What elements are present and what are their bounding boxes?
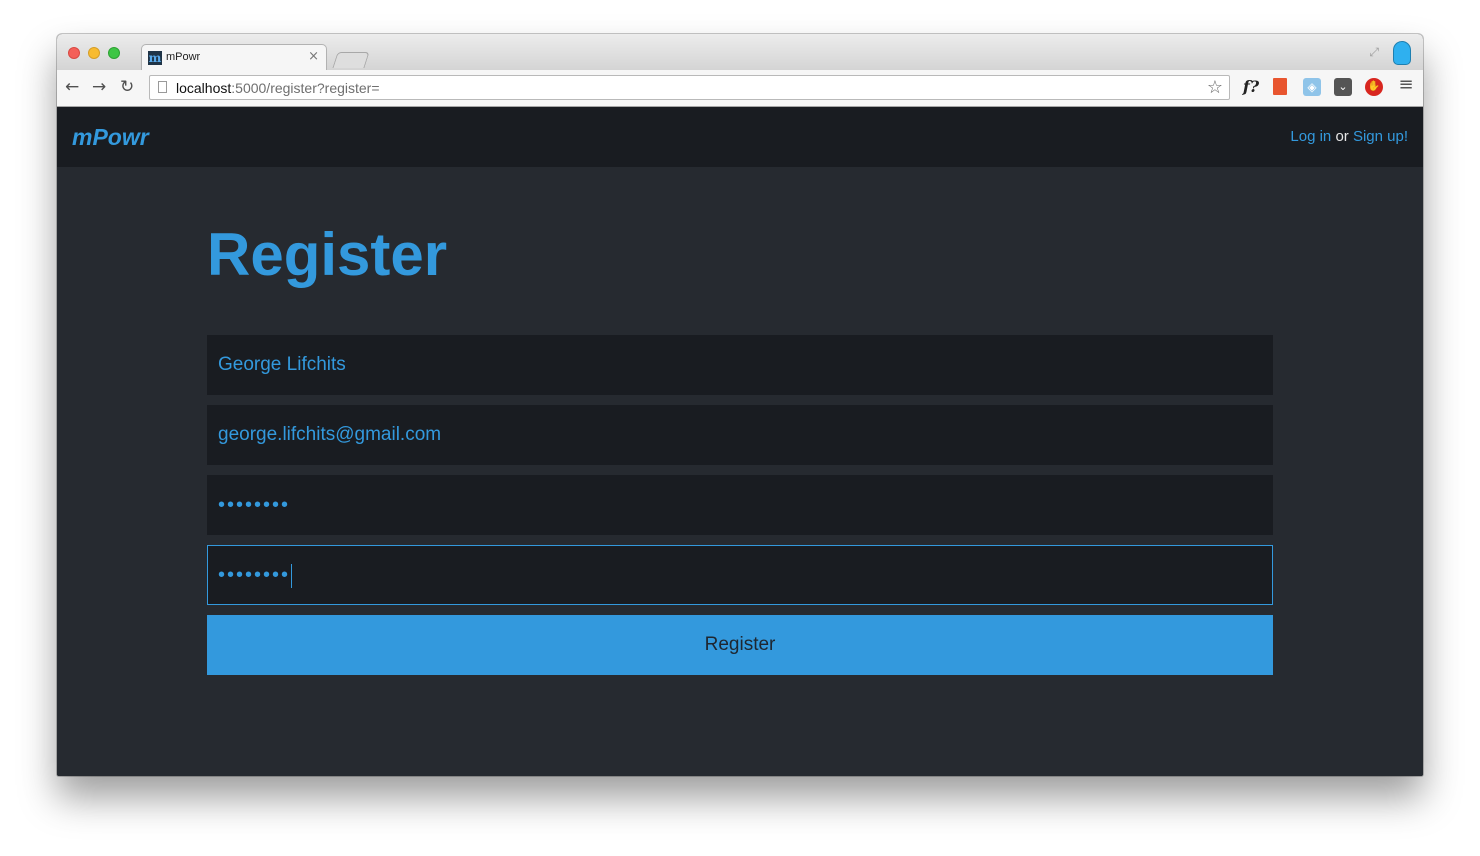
name-field[interactable]: George Lifchits — [207, 335, 1273, 395]
site-navbar: mPowr Log in or Sign up! — [57, 107, 1423, 167]
login-link[interactable]: Log in — [1290, 128, 1331, 145]
page-title: Register — [207, 221, 448, 288]
new-tab-button[interactable] — [332, 52, 370, 68]
browser-toolbar: ← → ↻ localhost:5000/register?register= … — [57, 70, 1423, 107]
bookmark-icon[interactable] — [1273, 78, 1287, 95]
url-text[interactable]: localhost:5000/register?register= — [176, 80, 380, 96]
signup-link[interactable]: Sign up! — [1353, 128, 1408, 145]
menu-icon[interactable]: ≡ — [1397, 76, 1415, 94]
shield-icon[interactable]: ◈ — [1303, 78, 1321, 96]
or-text: or — [1335, 128, 1349, 145]
auth-links: Log in or Sign up! — [1290, 128, 1408, 145]
favicon-icon: m — [148, 51, 162, 65]
profile-icon[interactable] — [1393, 41, 1411, 65]
back-icon[interactable]: ← — [65, 77, 79, 97]
page-icon — [158, 81, 167, 93]
forward-icon[interactable]: → — [92, 77, 106, 97]
password-field[interactable]: •••••••• — [207, 475, 1273, 535]
text-caret — [291, 563, 293, 588]
zoom-window-button[interactable] — [108, 47, 120, 59]
address-bar[interactable]: localhost:5000/register?register= ☆ — [149, 75, 1230, 100]
confirm-password-field[interactable]: •••••••• — [207, 545, 1273, 605]
font-finder-icon[interactable]: f? — [1240, 78, 1262, 96]
tab-title: mPowr — [166, 51, 201, 63]
adblock-icon[interactable]: ✋ — [1365, 78, 1383, 96]
register-button[interactable]: Register — [207, 615, 1273, 675]
minimize-window-button[interactable] — [88, 47, 100, 59]
page-content: mPowr Log in or Sign up! Register George… — [57, 107, 1423, 776]
url-path: :5000/register?register= — [231, 80, 380, 96]
pocket-icon[interactable]: ⌄ — [1334, 78, 1352, 96]
name-field-value: George Lifchits — [218, 354, 346, 375]
reload-icon[interactable]: ↻ — [120, 77, 134, 97]
tab-close-icon[interactable]: × — [308, 49, 319, 64]
close-window-button[interactable] — [68, 47, 80, 59]
confirm-password-field-value: •••••••• — [218, 564, 291, 586]
tab-strip: m mPowr × ⤢ — [57, 34, 1423, 70]
password-field-value: •••••••• — [218, 494, 291, 516]
brand-logo[interactable]: mPowr — [72, 124, 149, 151]
browser-window: m mPowr × ⤢ ← → ↻ localhost:5000/registe… — [57, 34, 1423, 776]
url-host: localhost — [176, 80, 232, 96]
fullscreen-icon[interactable]: ⤢ — [1369, 45, 1379, 60]
email-field[interactable]: george.lifchits@gmail.com — [207, 405, 1273, 465]
star-icon[interactable]: ☆ — [1207, 77, 1223, 98]
tab-mpowr[interactable]: m mPowr × — [141, 44, 327, 70]
email-field-value: george.lifchits@gmail.com — [218, 424, 442, 445]
